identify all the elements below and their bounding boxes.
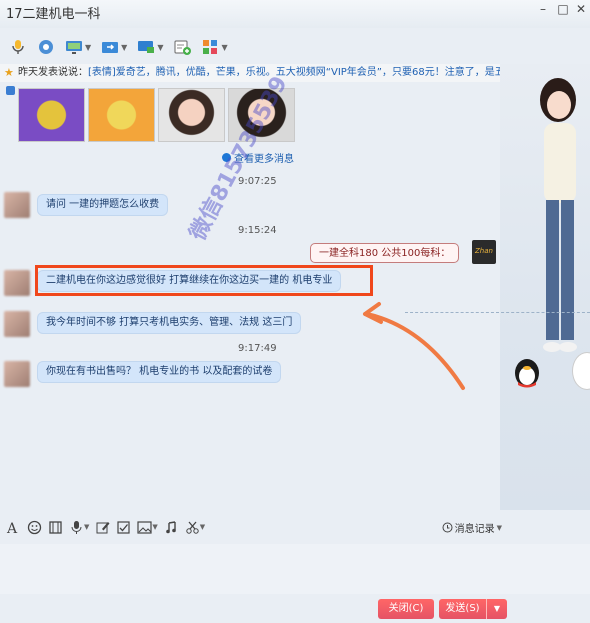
- avatar[interactable]: [4, 270, 30, 296]
- avatar[interactable]: [4, 192, 30, 218]
- scissors-icon: [186, 521, 199, 534]
- announcement-prefix: 昨天发表说说：: [18, 67, 88, 78]
- chevron-down-icon: ▼: [152, 523, 158, 531]
- arrow-annotation: [363, 302, 465, 390]
- message-input[interactable]: [0, 544, 590, 594]
- remote-desktop-button[interactable]: ▼: [134, 35, 166, 59]
- music-button[interactable]: [164, 520, 179, 535]
- photo-image-1[interactable]: [158, 88, 225, 142]
- voice-call-button[interactable]: [6, 35, 30, 59]
- screenshot-button[interactable]: [116, 520, 131, 535]
- message-bubble-self: 一建全科180 公共100每科：: [310, 243, 460, 263]
- message-bubble: 你现在有书出售吗？ 机电专业的书 以及配套的试卷: [38, 362, 281, 382]
- clock-icon: [442, 522, 453, 533]
- qr-image-1[interactable]: [18, 88, 85, 142]
- smiley-icon: [27, 520, 42, 534]
- self-avatar[interactable]: Zhan: [472, 240, 496, 264]
- invite-member-button[interactable]: [170, 35, 194, 59]
- chevron-down-icon: ▼: [121, 42, 128, 52]
- chevron-down-icon: ▼: [85, 42, 92, 52]
- apps-grid-icon: [203, 40, 218, 54]
- image-button[interactable]: ▼: [137, 520, 158, 535]
- scissors-button[interactable]: ▼: [185, 520, 205, 535]
- close-button[interactable]: 关闭(C): [378, 599, 434, 619]
- star-icon: ★: [4, 66, 14, 79]
- minimize-button[interactable]: –: [536, 2, 550, 16]
- chat-window: 17二建机电一科 – □ ✕ ▼ ▼ ▼ ▼ ★ 昨天发表说说：[表情]爱奇艺，…: [0, 0, 590, 623]
- highlight-box: [35, 265, 373, 296]
- send-button[interactable]: 发送(S) ▼: [439, 599, 507, 619]
- apps-button[interactable]: ▼: [198, 35, 230, 59]
- message-bubble: 请问 一建的押题怎么收费: [38, 195, 168, 215]
- picture-icon: [137, 520, 152, 534]
- microphone-icon: [71, 520, 82, 534]
- qr-image-2[interactable]: [88, 88, 155, 142]
- font-button[interactable]: A: [6, 520, 21, 535]
- chevron-down-icon: ▼: [157, 42, 164, 52]
- message-history-button[interactable]: 消息记录 ▼: [442, 520, 502, 535]
- chevron-down-icon: ▼: [199, 523, 206, 531]
- svg-text:A: A: [6, 521, 18, 535]
- history-label: 消息记录: [454, 524, 495, 535]
- timestamp: 9:15:24: [238, 225, 277, 236]
- add-member-icon: [174, 40, 192, 55]
- send-label: 发送(S): [439, 599, 487, 619]
- avatar[interactable]: [4, 361, 30, 387]
- font-icon: A: [6, 521, 18, 535]
- image-icon: [6, 86, 15, 95]
- gif-button[interactable]: [48, 520, 63, 535]
- microphone-icon: [12, 40, 24, 54]
- avatar[interactable]: [4, 311, 30, 337]
- edit-button[interactable]: [95, 520, 110, 535]
- timestamp: 9:17:49: [238, 343, 277, 354]
- remote-desktop-icon: [138, 41, 155, 53]
- send-options-dropdown[interactable]: ▼: [487, 599, 507, 619]
- check-box-icon: [117, 520, 130, 534]
- message-bubble: 我今年时间不够 打算只考机电实务、管理、法规 这三门: [38, 313, 301, 333]
- pencil-icon: [96, 521, 110, 533]
- window-title: 17二建机电一科: [6, 7, 101, 22]
- music-note-icon: [165, 520, 176, 533]
- cartoon-girl-figure: [540, 78, 577, 352]
- voice-message-button[interactable]: ▼: [69, 520, 89, 535]
- send-file-button[interactable]: ▼: [98, 35, 130, 59]
- maximize-button[interactable]: □: [556, 2, 570, 16]
- camera-icon: [39, 40, 53, 54]
- video-call-button[interactable]: [34, 35, 58, 59]
- emoji-button[interactable]: [27, 520, 42, 535]
- announcement-bar[interactable]: ★ 昨天发表说说：[表情]爱奇艺，腾讯，优酷，芒果，乐视。五大视频网“VIP年会…: [0, 64, 500, 82]
- chevron-down-icon: ▼: [496, 523, 502, 532]
- chevron-down-icon: ▼: [84, 523, 90, 531]
- logo-mark: Zhan: [475, 247, 493, 255]
- folder-arrow-icon: [102, 42, 119, 53]
- screen-share-button[interactable]: ▼: [62, 35, 94, 59]
- qq-penguin-icon: [515, 359, 539, 388]
- film-icon: [49, 520, 62, 534]
- chevron-down-icon: ▼: [221, 42, 228, 52]
- monitor-icon: [66, 41, 82, 54]
- close-window-button[interactable]: ✕: [574, 2, 588, 16]
